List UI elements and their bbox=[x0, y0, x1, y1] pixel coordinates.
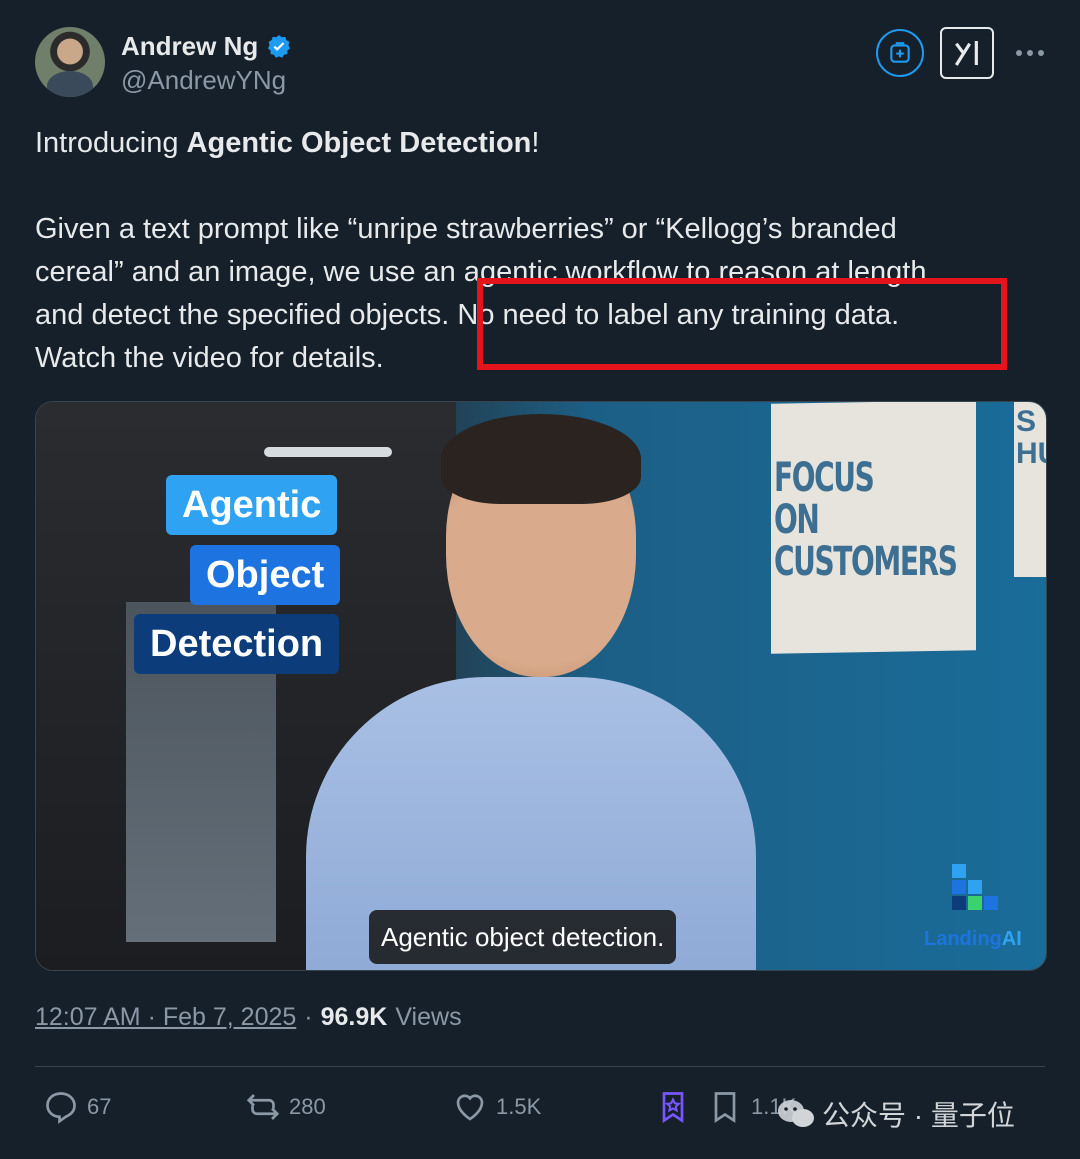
watermark-text: 公众号 · 量子位 bbox=[822, 1100, 1015, 1131]
tweet-intro-line: Introducing Agentic Object Detection! bbox=[35, 127, 540, 159]
repost-count: 280 bbox=[289, 1094, 326, 1119]
grok-icon bbox=[954, 41, 978, 66]
video-poster-secondary-text: S HU bbox=[1016, 405, 1046, 470]
meta-separator: · bbox=[304, 1003, 313, 1031]
tweet-bold-title: Agentic Object Detection bbox=[186, 127, 532, 159]
tweet-timestamp[interactable]: 12:07 AM · Feb 7, 2025 bbox=[35, 1003, 296, 1032]
views-label: Views bbox=[395, 1003, 462, 1031]
subscribe-icon bbox=[890, 42, 910, 63]
author-name[interactable]: Andrew Ng bbox=[121, 31, 258, 62]
wechat-icon bbox=[778, 1100, 814, 1127]
landingai-logo-icon bbox=[952, 864, 998, 910]
wechat-watermark: 公众号 · 量子位 bbox=[776, 1094, 1015, 1134]
author-name-row: Andrew Ng bbox=[121, 31, 292, 62]
more-options-button[interactable] bbox=[1010, 33, 1050, 73]
video-title-tag-detection: Detection bbox=[134, 614, 340, 674]
author-handle[interactable]: @AndrewYNg bbox=[121, 65, 286, 96]
reply-count: 67 bbox=[87, 1094, 112, 1119]
like-count: 1.5K bbox=[496, 1094, 542, 1119]
views-count: 96.9K bbox=[320, 1003, 388, 1031]
reply-icon bbox=[46, 1092, 76, 1124]
tweet-meta: 12:07 AM · Feb 7, 2025 · 96.9K Views bbox=[35, 1003, 462, 1032]
video-speaker-hair bbox=[441, 414, 641, 504]
header-actions bbox=[876, 27, 1050, 79]
repost-icon bbox=[246, 1094, 280, 1120]
landingai-brand: LandingAI bbox=[924, 928, 1022, 950]
more-dots-icon bbox=[1016, 50, 1044, 56]
heart-icon bbox=[456, 1094, 484, 1121]
repost-button[interactable]: 280 bbox=[245, 1089, 326, 1125]
tweet-body-line-1: Given a text prompt like “unripe strawbe… bbox=[35, 213, 897, 245]
grok-analyze-button[interactable] bbox=[655, 1089, 691, 1125]
video-player[interactable]: FOCUS ON CUSTOMERS S HU Agentic Object D… bbox=[35, 401, 1047, 971]
video-subtitle: Agentic object detection. bbox=[369, 910, 677, 964]
grok-bookmark-icon bbox=[662, 1092, 684, 1124]
video-title-tag-object: Object bbox=[190, 545, 341, 605]
verified-badge-icon bbox=[268, 34, 291, 58]
reply-button[interactable]: 67 bbox=[43, 1089, 111, 1125]
subscribe-button[interactable] bbox=[876, 29, 924, 77]
author-avatar[interactable] bbox=[35, 27, 105, 97]
bookmark-icon bbox=[714, 1092, 736, 1124]
video-ceiling-light bbox=[264, 447, 392, 457]
grok-button[interactable] bbox=[940, 27, 994, 79]
video-poster-text: FOCUS ON CUSTOMERS bbox=[774, 455, 958, 585]
tweet-header: Andrew Ng @AndrewYNg bbox=[35, 27, 1050, 101]
divider bbox=[35, 1066, 1045, 1067]
highlight-annotation-box bbox=[477, 278, 1007, 370]
like-button[interactable]: 1.5K bbox=[452, 1089, 541, 1125]
video-title-tag-agentic: Agentic bbox=[166, 475, 338, 535]
